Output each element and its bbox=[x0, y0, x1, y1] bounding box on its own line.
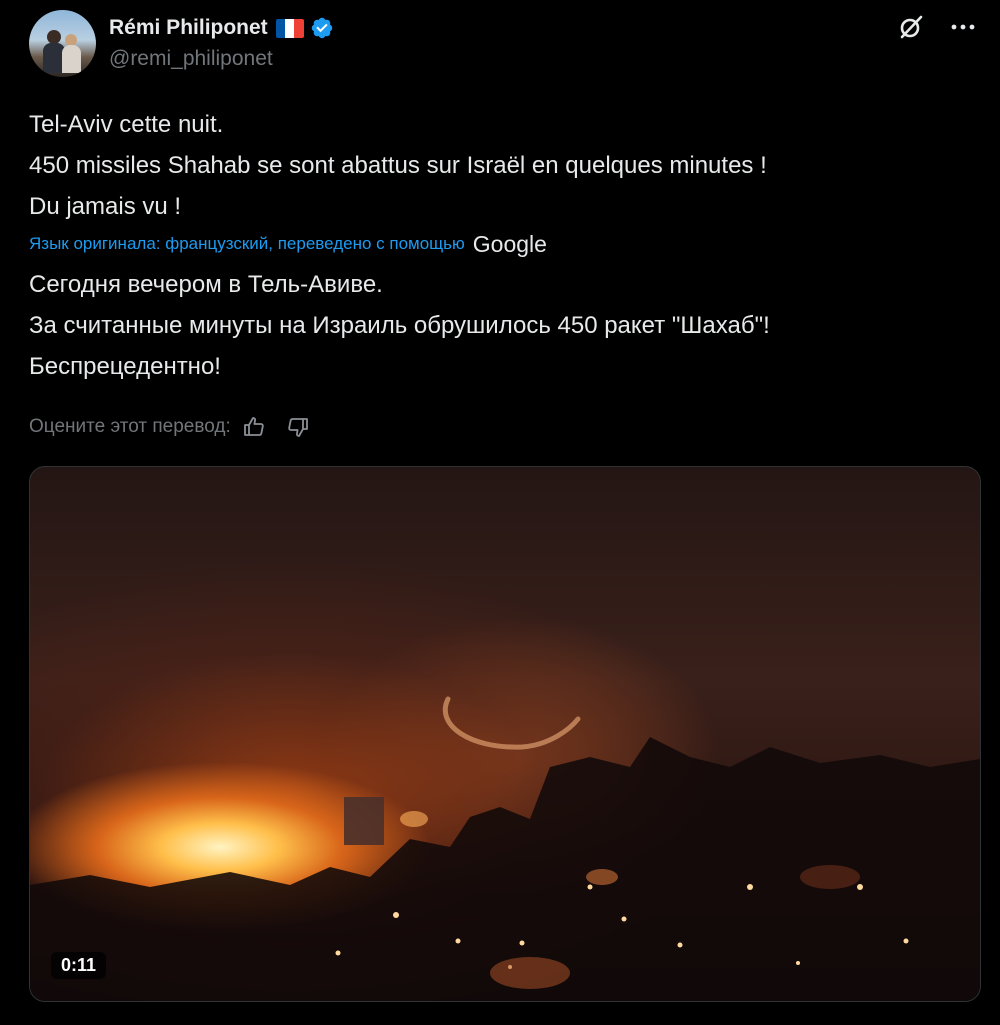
avatar-body-2 bbox=[62, 45, 81, 73]
thumbs-down-icon[interactable] bbox=[285, 414, 311, 440]
rate-translation: Оцените этот перевод: bbox=[29, 412, 311, 442]
translated-text: Сегодня вечером в Тель-Авиве. За считанн… bbox=[29, 264, 969, 387]
tweet-line: 450 missiles Shahab se sont abattus sur … bbox=[29, 152, 767, 179]
building-silhouette bbox=[344, 797, 384, 845]
flag-stripe-red bbox=[294, 18, 304, 38]
video-frame bbox=[30, 696, 980, 1001]
video-player[interactable]: 0:11 bbox=[29, 466, 981, 1002]
translated-line: Сегодня вечером в Тель-Авиве. bbox=[29, 271, 383, 298]
author-name[interactable]: Rémi Philiponet bbox=[109, 16, 268, 40]
more-icon[interactable] bbox=[948, 12, 978, 42]
avatar-person-1 bbox=[47, 30, 61, 44]
rate-translation-label: Оцените этот перевод: bbox=[29, 416, 231, 437]
translated-line: За считанные минуты на Израиль обрушилос… bbox=[29, 312, 770, 339]
author-avatar[interactable] bbox=[29, 10, 96, 77]
translation-note-text: Язык оригинала: французский, переведено … bbox=[29, 234, 465, 253]
translation-note[interactable]: Язык оригинала: французский, переведено … bbox=[29, 230, 547, 258]
header-actions bbox=[896, 12, 978, 42]
tweet-text: Tel-Aviv cette nuit. 450 missiles Shahab… bbox=[29, 104, 969, 227]
flag-stripe-blue bbox=[275, 18, 286, 38]
video-duration-badge: 0:11 bbox=[51, 952, 107, 979]
flag-stripe-white bbox=[285, 18, 295, 38]
tweet-line: Du jamais vu ! bbox=[29, 193, 182, 220]
thumbs-up-icon[interactable] bbox=[241, 414, 267, 440]
google-logo: Google bbox=[472, 230, 547, 257]
tweet-line: Tel-Aviv cette nuit. bbox=[29, 111, 224, 138]
translated-line: Беспрецедентно! bbox=[29, 353, 221, 380]
grok-icon[interactable] bbox=[896, 12, 926, 42]
author-handle[interactable]: @remi_philiponet bbox=[109, 47, 273, 71]
france-flag-icon bbox=[275, 18, 304, 38]
smoke-arc bbox=[442, 696, 581, 750]
verified-badge-icon[interactable] bbox=[310, 16, 334, 40]
author-name-row: Rémi Philiponet bbox=[109, 14, 334, 42]
